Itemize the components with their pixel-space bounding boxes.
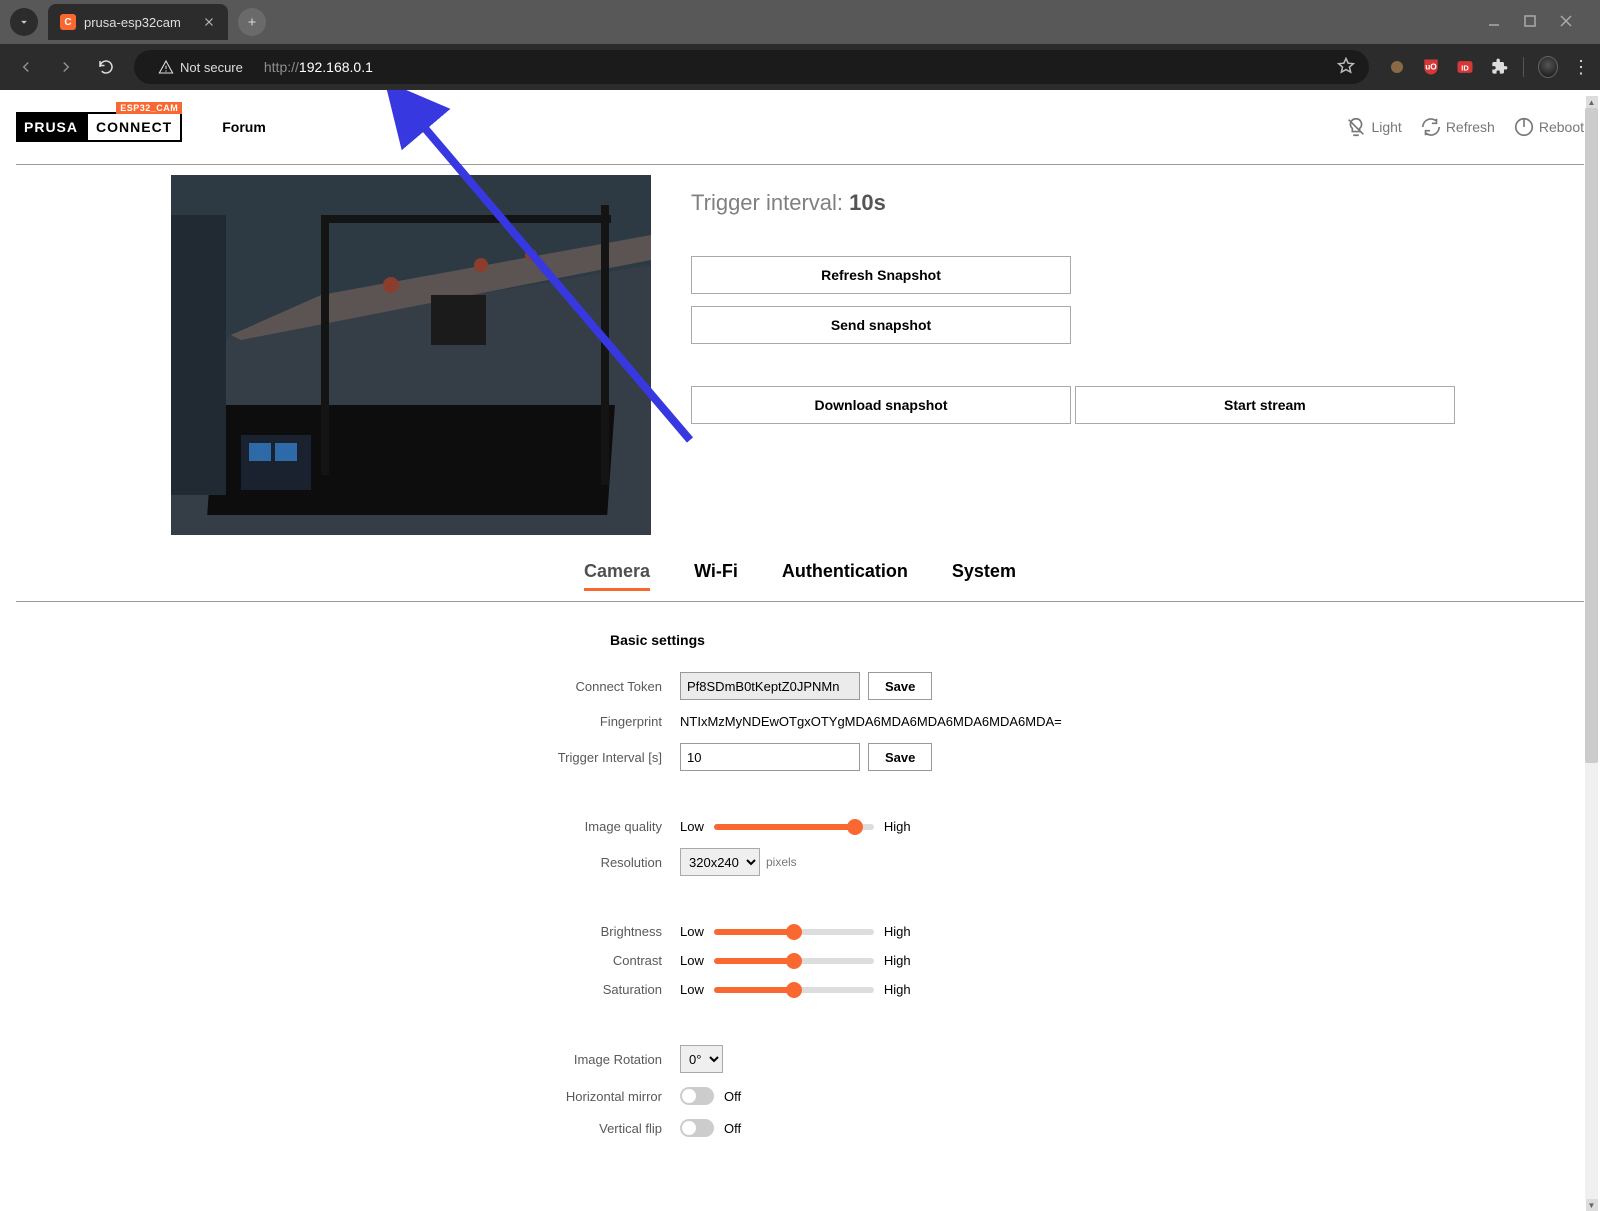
saturation-label: Saturation bbox=[370, 982, 680, 997]
contrast-slider[interactable] bbox=[714, 958, 874, 964]
vertical-flip-toggle[interactable] bbox=[680, 1119, 714, 1137]
refresh-button[interactable]: Refresh bbox=[1420, 116, 1495, 138]
browser-tab[interactable]: C prusa-esp32cam bbox=[48, 4, 228, 40]
back-button[interactable] bbox=[10, 51, 42, 83]
address-bar[interactable]: Not secure http://192.168.0.1 bbox=[134, 50, 1369, 84]
tab-dropdown[interactable] bbox=[10, 8, 38, 36]
settings-panel: Basic settings Connect Token Save Finger… bbox=[370, 632, 1230, 1137]
horizontal-mirror-label: Horizontal mirror bbox=[370, 1089, 680, 1104]
tab-camera[interactable]: Camera bbox=[584, 555, 650, 591]
bookmark-icon[interactable] bbox=[1337, 57, 1355, 78]
logo-prusa: PRUSA bbox=[16, 112, 86, 142]
extension-icon-3[interactable]: ID bbox=[1455, 57, 1475, 77]
trigger-interval-save-button[interactable]: Save bbox=[868, 743, 932, 771]
resolution-label: Resolution bbox=[370, 855, 680, 870]
brightness-label: Brightness bbox=[370, 924, 680, 939]
forward-button[interactable] bbox=[50, 51, 82, 83]
logo-connect: CONNECT bbox=[86, 112, 182, 142]
svg-text:ID: ID bbox=[1461, 63, 1469, 72]
divider bbox=[16, 164, 1584, 165]
trigger-interval-display: Trigger interval: 10s bbox=[691, 190, 1584, 216]
start-stream-button[interactable]: Start stream bbox=[1075, 386, 1455, 424]
not-secure-label: Not secure bbox=[180, 60, 243, 75]
url-text: http://192.168.0.1 bbox=[264, 59, 373, 75]
send-snapshot-button[interactable]: Send snapshot bbox=[691, 306, 1071, 344]
tab-close-icon[interactable] bbox=[202, 15, 216, 29]
tabs: Camera Wi-Fi Authentication System bbox=[16, 555, 1584, 591]
connect-token-save-button[interactable]: Save bbox=[868, 672, 932, 700]
scroll-down-icon[interactable]: ▼ bbox=[1586, 1199, 1598, 1211]
scroll-up-icon[interactable]: ▲ bbox=[1586, 96, 1598, 108]
profile-avatar[interactable] bbox=[1538, 57, 1558, 77]
image-rotation-select[interactable]: 0° bbox=[680, 1045, 723, 1073]
logo-badge: ESP32_CAM bbox=[116, 102, 182, 114]
vertical-scrollbar[interactable]: ▲ ▼ bbox=[1585, 96, 1598, 1211]
horizontal-mirror-toggle[interactable] bbox=[680, 1087, 714, 1105]
ublock-icon[interactable]: uO bbox=[1421, 57, 1441, 77]
contrast-label: Contrast bbox=[370, 953, 680, 968]
svg-text:uO: uO bbox=[1425, 62, 1437, 72]
refresh-icon bbox=[1420, 116, 1442, 138]
browser-chrome: C prusa-esp32cam bbox=[0, 0, 1600, 90]
divider bbox=[16, 601, 1584, 602]
reload-button[interactable] bbox=[90, 51, 122, 83]
refresh-snapshot-button[interactable]: Refresh Snapshot bbox=[691, 256, 1071, 294]
image-rotation-label: Image Rotation bbox=[370, 1052, 680, 1067]
settings-heading: Basic settings bbox=[370, 632, 1230, 648]
connect-token-input[interactable] bbox=[680, 672, 860, 700]
resolution-select[interactable]: 320x240 bbox=[680, 848, 760, 876]
saturation-slider[interactable] bbox=[714, 987, 874, 993]
image-quality-slider[interactable] bbox=[714, 824, 874, 830]
tab-strip: C prusa-esp32cam bbox=[0, 0, 1600, 44]
power-icon bbox=[1513, 116, 1535, 138]
light-icon bbox=[1345, 116, 1367, 138]
camera-snapshot bbox=[171, 175, 651, 535]
kebab-menu-icon[interactable]: ⋮ bbox=[1572, 57, 1590, 78]
fingerprint-label: Fingerprint bbox=[370, 714, 680, 729]
minimize-icon[interactable] bbox=[1488, 14, 1500, 30]
close-window-icon[interactable] bbox=[1560, 14, 1572, 30]
tab-wifi[interactable]: Wi-Fi bbox=[694, 555, 738, 591]
snapshot-section: Trigger interval: 10s Refresh Snapshot S… bbox=[16, 175, 1584, 555]
window-controls bbox=[1488, 14, 1590, 30]
not-secure-badge[interactable]: Not secure bbox=[148, 57, 254, 77]
extension-icon-1[interactable] bbox=[1387, 57, 1407, 77]
url-bar-row: Not secure http://192.168.0.1 uO ID bbox=[0, 44, 1600, 90]
download-snapshot-button[interactable]: Download snapshot bbox=[691, 386, 1071, 424]
reboot-button[interactable]: Reboot bbox=[1513, 116, 1584, 138]
tab-title: prusa-esp32cam bbox=[84, 15, 202, 30]
tab-authentication[interactable]: Authentication bbox=[782, 555, 908, 591]
extensions-puzzle-icon[interactable] bbox=[1489, 57, 1509, 77]
vertical-flip-label: Vertical flip bbox=[370, 1121, 680, 1136]
connect-token-label: Connect Token bbox=[370, 679, 680, 694]
light-button[interactable]: Light bbox=[1345, 116, 1401, 138]
image-quality-label: Image quality bbox=[370, 819, 680, 834]
tab-system[interactable]: System bbox=[952, 555, 1016, 591]
favicon: C bbox=[60, 14, 76, 30]
extension-icons: uO ID ⋮ bbox=[1387, 57, 1590, 78]
forum-link[interactable]: Forum bbox=[222, 119, 266, 135]
trigger-interval-label: Trigger Interval [s] bbox=[370, 750, 680, 765]
trigger-interval-input[interactable] bbox=[680, 743, 860, 771]
maximize-icon[interactable] bbox=[1524, 14, 1536, 30]
page-header: ESP32_CAM PRUSA CONNECT Forum Light Refr… bbox=[16, 100, 1584, 154]
logo[interactable]: ESP32_CAM PRUSA CONNECT bbox=[16, 112, 182, 142]
fingerprint-value: NTIxMzMyNDEwOTgxOTYgMDA6MDA6MDA6MDA6MDA6… bbox=[680, 714, 1062, 729]
new-tab-button[interactable] bbox=[238, 8, 266, 36]
brightness-slider[interactable] bbox=[714, 929, 874, 935]
